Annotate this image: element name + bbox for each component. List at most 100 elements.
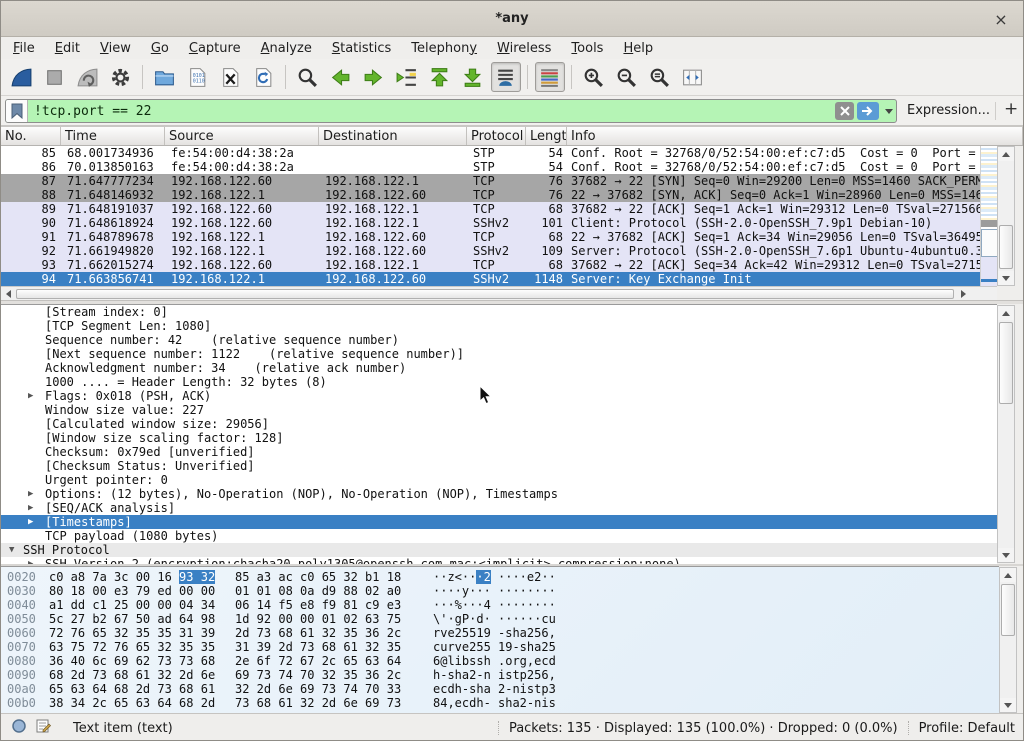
- scroll-up-icon[interactable]: [1000, 568, 1016, 582]
- menu-item-capture[interactable]: Capture: [179, 39, 251, 58]
- packet-list-hscrollbar[interactable]: [1, 286, 997, 300]
- scroll-down-icon[interactable]: [998, 548, 1014, 562]
- menu-item-help[interactable]: Help: [613, 39, 663, 58]
- detail-line[interactable]: ▶[SEQ/ACK analysis]: [1, 501, 997, 515]
- packet-row[interactable]: 9471.663856741192.168.122.1192.168.122.6…: [1, 272, 980, 286]
- hex-row[interactable]: 006072 76 65 32 35 35 31 392d 73 68 61 3…: [1, 626, 999, 640]
- column-header-destination[interactable]: Destination: [319, 127, 467, 145]
- go-to-top-button[interactable]: [425, 62, 455, 92]
- detail-line[interactable]: 1000 .... = Header Length: 32 bytes (8): [1, 375, 997, 389]
- close-icon[interactable]: ×: [991, 9, 1011, 29]
- menu-item-analyze[interactable]: Analyze: [251, 39, 322, 58]
- expand-icon[interactable]: ▶: [28, 389, 33, 403]
- column-header-length[interactable]: Length: [526, 127, 567, 145]
- column-header-time[interactable]: Time: [61, 127, 165, 145]
- detail-line[interactable]: [Checksum Status: Unverified]: [1, 459, 997, 473]
- hex-row[interactable]: 009068 2d 73 68 61 32 2d 6e69 73 74 70 3…: [1, 668, 999, 682]
- detail-line[interactable]: [Window size scaling factor: 128]: [1, 431, 997, 445]
- column-header-source[interactable]: Source: [165, 127, 319, 145]
- detail-line[interactable]: ▶SSH Version 2 (encryption:chacha20-poly…: [1, 557, 997, 564]
- hex-row[interactable]: 008036 40 6c 69 62 73 73 682e 6f 72 67 2…: [1, 654, 999, 668]
- column-header-info[interactable]: Info: [567, 127, 1023, 145]
- hex-row[interactable]: 0040a1 dd c1 25 00 00 04 3406 14 f5 e8 f…: [1, 598, 999, 612]
- colorize-button[interactable]: [535, 62, 565, 92]
- add-filter-button[interactable]: +: [1004, 99, 1018, 119]
- go-back-button[interactable]: [326, 62, 356, 92]
- open-file-button[interactable]: [150, 62, 180, 92]
- save-file-button[interactable]: 01010110: [183, 62, 213, 92]
- menu-item-file[interactable]: File: [3, 39, 45, 58]
- start-capture-button[interactable]: [7, 62, 37, 92]
- filter-bookmark-icon[interactable]: [6, 100, 28, 122]
- menu-item-statistics[interactable]: Statistics: [322, 39, 401, 58]
- capture-options-button[interactable]: [106, 62, 136, 92]
- hex-row[interactable]: 007063 75 72 76 65 32 35 3531 39 2d 73 6…: [1, 640, 999, 654]
- menu-item-tools[interactable]: Tools: [561, 39, 613, 58]
- find-packet-button[interactable]: [293, 62, 323, 92]
- scroll-down-icon[interactable]: [998, 271, 1014, 285]
- expand-icon[interactable]: ▶: [28, 487, 33, 501]
- scroll-thumb[interactable]: [999, 322, 1013, 404]
- menu-item-telephony[interactable]: Telephony: [401, 39, 487, 58]
- expand-icon[interactable]: ▶: [28, 557, 33, 564]
- packet-row[interactable]: 8971.648191037192.168.122.60192.168.122.…: [1, 202, 980, 216]
- detail-line[interactable]: ▶[Timestamps]: [1, 515, 997, 529]
- packet-row[interactable]: 9371.662015274192.168.122.60192.168.122.…: [1, 258, 980, 272]
- detail-line[interactable]: Urgent pointer: 0: [1, 473, 997, 487]
- go-forward-button[interactable]: [359, 62, 389, 92]
- detail-line[interactable]: Sequence number: 42 (relative sequence n…: [1, 333, 997, 347]
- zoom-in-button[interactable]: [579, 62, 609, 92]
- hex-row[interactable]: 003080 18 00 e3 79 ed 00 0001 01 08 0a d…: [1, 584, 999, 598]
- status-profile[interactable]: Profile: Default: [919, 721, 1015, 736]
- close-file-button[interactable]: [216, 62, 246, 92]
- filter-dropdown-icon[interactable]: [882, 100, 896, 122]
- filter-value[interactable]: !tcp.port == 22: [28, 104, 835, 119]
- detail-line[interactable]: ▶Options: (12 bytes), No-Operation (NOP)…: [1, 487, 997, 501]
- hex-row[interactable]: 00b038 34 2c 65 63 64 68 2d73 68 61 32 2…: [1, 696, 999, 710]
- menu-item-go[interactable]: Go: [141, 39, 179, 58]
- detail-line[interactable]: TCP payload (1080 bytes): [1, 529, 997, 543]
- resize-columns-button[interactable]: [678, 62, 708, 92]
- hex-scrollbar[interactable]: [999, 567, 1017, 713]
- scroll-left-icon[interactable]: [1, 288, 15, 300]
- expert-info-icon[interactable]: [11, 718, 27, 738]
- packet-list-scrollbar[interactable]: [997, 146, 1015, 286]
- go-to-packet-button[interactable]: [392, 62, 422, 92]
- detail-line[interactable]: [Next sequence number: 1122 (relative se…: [1, 347, 997, 361]
- hex-row[interactable]: 0020c0 a8 7a 3c 00 16 93 3285 a3 ac c0 6…: [1, 570, 999, 584]
- menu-item-edit[interactable]: Edit: [45, 39, 90, 58]
- column-header-no[interactable]: No.: [1, 127, 61, 145]
- scroll-right-icon[interactable]: [956, 288, 970, 300]
- scroll-thumb[interactable]: [1001, 584, 1015, 636]
- menu-item-wireless[interactable]: Wireless: [487, 39, 561, 58]
- restart-capture-button[interactable]: [73, 62, 103, 92]
- expand-icon[interactable]: ▶: [28, 515, 33, 529]
- hex-row[interactable]: 00505c 27 b2 67 50 ad 64 981d 92 00 00 0…: [1, 612, 999, 626]
- capture-comment-icon[interactable]: [35, 718, 51, 738]
- expression-button[interactable]: Expression...: [907, 103, 990, 118]
- menu-item-view[interactable]: View: [90, 39, 141, 58]
- packet-row[interactable]: 9271.661949820192.168.122.1192.168.122.6…: [1, 244, 980, 258]
- scroll-thumb[interactable]: [999, 225, 1013, 269]
- packet-row[interactable]: 9171.648789678192.168.122.1192.168.122.6…: [1, 230, 980, 244]
- hex-row[interactable]: 00a065 63 64 68 2d 73 68 6132 2d 6e 69 7…: [1, 682, 999, 696]
- detail-line[interactable]: [TCP Segment Len: 1080]: [1, 319, 997, 333]
- detail-line[interactable]: Acknowledgment number: 34 (relative ack …: [1, 361, 997, 375]
- stop-capture-button[interactable]: [40, 62, 70, 92]
- scroll-down-icon[interactable]: [1000, 698, 1016, 712]
- packet-row[interactable]: 9071.648618924192.168.122.60192.168.122.…: [1, 216, 980, 230]
- collapse-icon[interactable]: ▼: [9, 543, 14, 557]
- auto-scroll-button[interactable]: [491, 62, 521, 92]
- detail-line[interactable]: Checksum: 0x79ed [unverified]: [1, 445, 997, 459]
- packet-row[interactable]: 8871.648146932192.168.122.1192.168.122.6…: [1, 188, 980, 202]
- zoom-reset-button[interactable]: [645, 62, 675, 92]
- expand-icon[interactable]: ▶: [28, 501, 33, 515]
- go-to-bottom-button[interactable]: [458, 62, 488, 92]
- detail-line[interactable]: ▼SSH Protocol: [1, 543, 997, 557]
- scroll-up-icon[interactable]: [998, 306, 1014, 320]
- detail-line[interactable]: ▶Flags: 0x018 (PSH, ACK): [1, 389, 997, 403]
- detail-line[interactable]: [Calculated window size: 29056]: [1, 417, 997, 431]
- scroll-up-icon[interactable]: [998, 147, 1014, 161]
- column-header-protocol[interactable]: Protocol: [467, 127, 526, 145]
- title-bar[interactable]: *any ×: [1, 1, 1023, 37]
